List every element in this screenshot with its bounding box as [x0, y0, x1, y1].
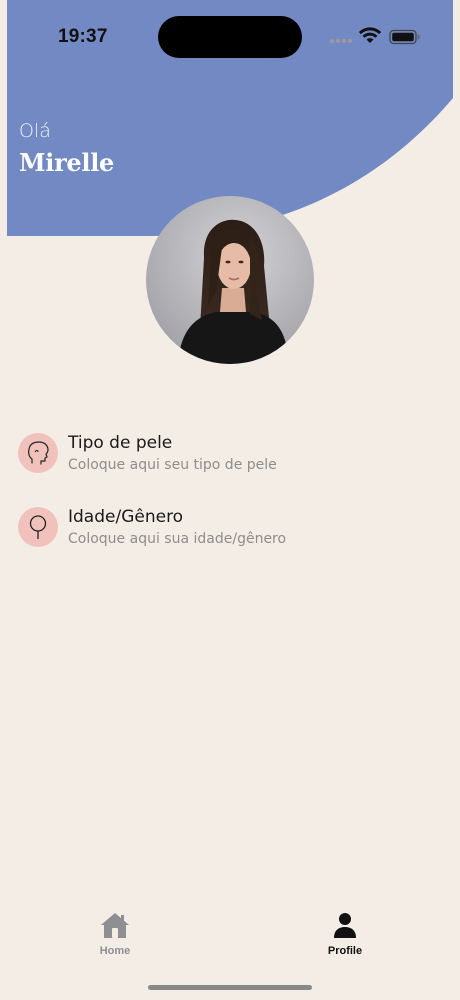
house-icon: [101, 913, 129, 938]
option-title: Tipo de pele: [68, 433, 173, 453]
option-subtitle: Coloque aqui seu tipo de pele: [68, 457, 277, 473]
option-age-gender[interactable]: Idade/Gênero Coloque aqui sua idade/gêne…: [18, 507, 438, 559]
option-icon-circle: [18, 433, 58, 473]
tab-home-label: Home: [99, 945, 131, 957]
status-bar-time: 19:37: [58, 26, 108, 47]
profile-avatar[interactable]: [146, 196, 314, 364]
person-icon: [334, 913, 356, 938]
option-title: Idade/Gênero: [68, 507, 184, 527]
wifi-icon: [358, 27, 382, 43]
battery-icon: [389, 29, 420, 45]
tab-home[interactable]: Home: [70, 910, 160, 962]
user-name: Mirelle: [19, 148, 115, 177]
tab-profile-label: Profile: [327, 945, 363, 957]
greeting-text: Olá: [19, 120, 51, 142]
tab-profile[interactable]: Profile: [300, 910, 390, 962]
home-indicator: [148, 985, 312, 990]
dynamic-island: [158, 16, 302, 58]
option-subtitle: Coloque aqui sua idade/gênero: [68, 531, 287, 547]
avatar-photo: [146, 196, 314, 364]
face-profile-icon: [28, 441, 49, 465]
option-skin-type[interactable]: Tipo de pele Coloque aqui seu tipo de pe…: [18, 433, 438, 485]
status-icons: [329, 27, 420, 45]
gender-symbol-icon: [29, 515, 47, 539]
cellular-signal-icon: [329, 38, 353, 44]
option-icon-circle: [18, 507, 58, 547]
